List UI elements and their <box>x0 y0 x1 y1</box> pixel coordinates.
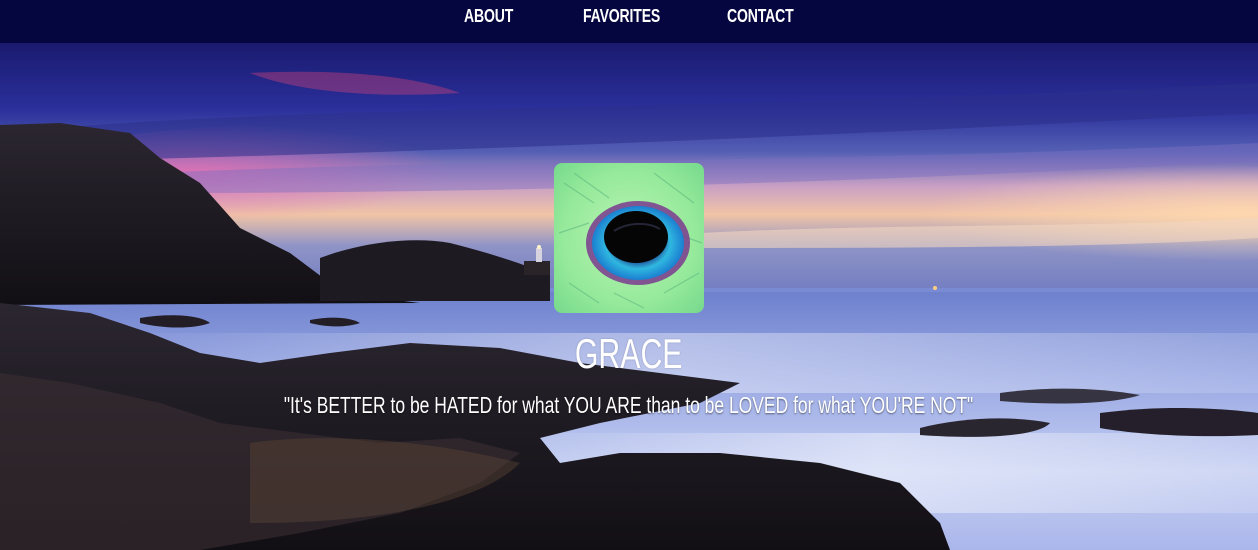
profile-avatar <box>554 163 704 313</box>
profile-name-text: GRACE <box>575 330 683 377</box>
eye-icon <box>554 163 704 313</box>
profile-name: GRACE <box>0 330 1258 378</box>
profile-quote: "It's BETTER to be HATED for what YOU AR… <box>0 392 1258 419</box>
nav-link-about[interactable]: ABOUT <box>464 6 513 27</box>
nav-link-favorites[interactable]: FAVORITES <box>583 6 660 27</box>
profile-quote-text: "It's BETTER to be HATED for what YOU AR… <box>284 392 974 418</box>
top-navbar: ABOUT FAVORITES CONTACT <box>0 0 1258 43</box>
nav-link-contact[interactable]: CONTACT <box>727 6 794 27</box>
